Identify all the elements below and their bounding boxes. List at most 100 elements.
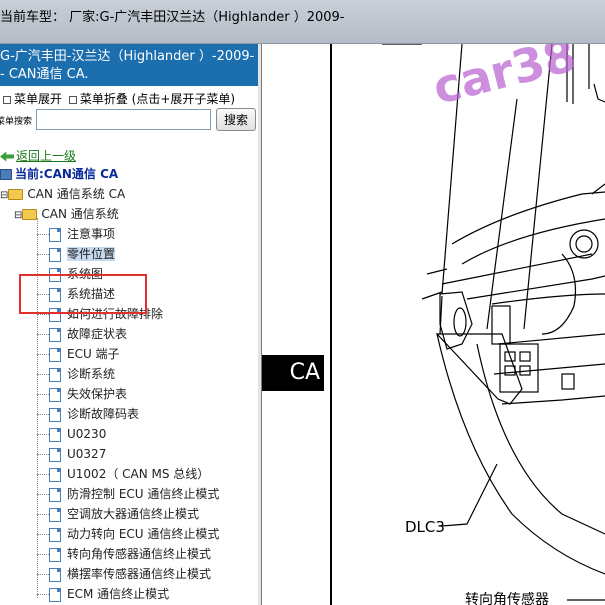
tree-connector xyxy=(37,354,49,355)
document-icon xyxy=(49,447,61,462)
tree-connector xyxy=(37,514,49,515)
dlc3-callout: DLC3 xyxy=(405,518,445,536)
diagram-pane: car38 CA DLC3 转向角传感器 xyxy=(262,44,605,605)
folder-label: CAN 通信系统 CA xyxy=(27,187,126,201)
tree-connector xyxy=(37,314,49,315)
tree-item-label[interactable]: 转向角传感器通信终止模式 xyxy=(67,547,211,561)
tree-connector xyxy=(37,494,49,495)
tree-item-label[interactable]: 诊断故障码表 xyxy=(67,407,139,421)
tree-connector xyxy=(37,234,49,235)
tree-item-label[interactable]: 动力转向 ECU 通信终止模式 xyxy=(67,527,219,541)
folder-open-icon xyxy=(8,189,24,200)
tree-connector xyxy=(37,254,49,255)
tree-connector xyxy=(37,474,49,475)
current-node: 当前:CAN通信 CA xyxy=(0,164,118,184)
tree-item[interactable]: 零件位置 xyxy=(37,244,116,264)
document-icon xyxy=(49,507,61,522)
tree-item-label[interactable]: ECU 端子 xyxy=(67,347,120,361)
document-icon xyxy=(49,527,61,542)
menu-expand-link[interactable]: 菜单展开 xyxy=(14,92,62,106)
folder-label: CAN 通信系统 xyxy=(41,207,119,221)
tree-item-label[interactable]: 横摆率传感器通信终止模式 xyxy=(67,567,211,581)
tree-item-label[interactable]: 失效保护表 xyxy=(67,387,127,401)
search-label: 菜单搜索 xyxy=(0,117,33,127)
tree-item-label[interactable]: 诊断系统 xyxy=(67,367,115,381)
tree-item-label[interactable]: 空调放大器通信终止模式 xyxy=(67,507,199,521)
tree-folder-can-system-ca[interactable]: ⊟ CAN 通信系统 CA xyxy=(0,184,125,204)
tree-item[interactable]: 横摆率传感器通信终止模式 xyxy=(37,564,211,584)
tree-item-label[interactable]: ECM 通信终止模式 xyxy=(67,587,169,601)
tree-item[interactable]: 动力转向 ECU 通信终止模式 xyxy=(37,524,219,544)
folder-open-icon xyxy=(22,209,38,220)
document-icon xyxy=(49,427,61,442)
tree-item[interactable]: 转向角传感器通信终止模式 xyxy=(37,544,211,564)
computer-icon xyxy=(0,169,12,180)
tree-connector xyxy=(37,434,49,435)
document-icon xyxy=(49,347,61,362)
tree-connector xyxy=(37,334,49,335)
expand-checkbox-icon[interactable] xyxy=(3,95,11,104)
title-bar: 当前车型： 厂家:G-广汽丰田汉兰达（Highlander ）2009- xyxy=(0,0,605,44)
document-icon xyxy=(49,467,61,482)
current-vehicle-title: 当前车型： 厂家:G-广汽丰田汉兰达（Highlander ）2009- xyxy=(0,10,345,25)
tree-folder-can-system[interactable]: ⊟ CAN 通信系统 xyxy=(14,204,119,224)
tree-item-label[interactable]: U0230 xyxy=(67,427,106,441)
tree-item[interactable]: ECU 端子 xyxy=(37,344,120,364)
document-icon xyxy=(49,227,61,242)
tree-item[interactable]: U0230 xyxy=(37,424,106,444)
tree-connector xyxy=(37,454,49,455)
tree-item-label[interactable]: U1002（ CAN MS 总线） xyxy=(67,467,209,481)
sidebar-header-line1: G-广汽丰田-汉兰达（Highlander ）-2009- xyxy=(0,49,255,64)
sidebar-header: G-广汽丰田-汉兰达（Highlander ）-2009- - CAN通信 CA… xyxy=(0,44,258,86)
tree-item[interactable]: 诊断系统 xyxy=(37,364,115,384)
tree-item[interactable]: 防滑控制 ECU 通信终止模式 xyxy=(37,484,219,504)
document-icon xyxy=(49,587,61,602)
sidebar: G-广汽丰田-汉兰达（Highlander ）-2009- - CAN通信 CA… xyxy=(0,44,262,605)
tree-connector xyxy=(37,554,49,555)
collapse-toggle-icon[interactable]: ⊟ xyxy=(0,190,8,201)
tree-connector xyxy=(37,534,49,535)
back-arrow-icon xyxy=(0,151,14,162)
menu-controls: 菜单展开 菜单折叠 (点击+展开子菜单) xyxy=(0,90,235,107)
document-icon xyxy=(49,327,61,342)
search-button[interactable]: 搜索 xyxy=(216,108,256,131)
tree-item[interactable]: 失效保护表 xyxy=(37,384,127,404)
highlight-annotation xyxy=(19,274,147,314)
tree-connector xyxy=(37,574,49,575)
menu-collapse-link[interactable]: 菜单折叠 (点击+展开子菜单) xyxy=(80,92,235,106)
tree-item[interactable]: U1002（ CAN MS 总线） xyxy=(37,464,209,484)
tree-connector xyxy=(37,594,49,595)
tree-item-label[interactable]: 故障症状表 xyxy=(67,327,127,341)
document-icon xyxy=(49,387,61,402)
document-icon xyxy=(49,487,61,502)
diagram-border-line xyxy=(330,44,332,605)
tree-item[interactable]: ECM 通信终止模式 xyxy=(37,584,169,604)
current-node-label: 当前:CAN通信 CA xyxy=(15,167,119,181)
tree-item[interactable]: 故障症状表 xyxy=(37,324,127,344)
collapse-checkbox-icon[interactable] xyxy=(68,95,77,104)
back-link[interactable]: 返回上一级 xyxy=(0,146,76,166)
menu-search-input[interactable] xyxy=(36,109,211,130)
tree-connector xyxy=(37,394,49,395)
tree-item[interactable]: 诊断故障码表 xyxy=(37,404,139,424)
collapse-toggle-icon[interactable]: ⊟ xyxy=(14,210,22,221)
sidebar-header-line2: - CAN通信 CA. xyxy=(0,67,89,82)
document-icon xyxy=(49,567,61,582)
tree-item-label[interactable]: 注意事项 xyxy=(67,227,115,241)
tree-item[interactable]: 注意事项 xyxy=(37,224,115,244)
menu-search-row: 菜单搜索 搜索 xyxy=(0,108,258,132)
tree-item-label[interactable]: U0327 xyxy=(67,447,106,461)
document-icon xyxy=(49,367,61,382)
steering-sensor-callout: 转向角传感器 xyxy=(465,592,549,605)
tree-connector xyxy=(37,414,49,415)
document-icon xyxy=(49,547,61,562)
tree-item-label[interactable]: 防滑控制 ECU 通信终止模式 xyxy=(67,487,219,501)
tree-item[interactable]: 空调放大器通信终止模式 xyxy=(37,504,199,524)
tree-item[interactable]: U0327 xyxy=(37,444,106,464)
tree-item-label[interactable]: 零件位置 xyxy=(67,247,116,261)
back-link-label[interactable]: 返回上一级 xyxy=(16,149,76,163)
document-icon xyxy=(49,247,61,262)
section-tag: CA xyxy=(262,355,324,391)
document-icon xyxy=(49,407,61,422)
tree-connector xyxy=(37,374,49,375)
